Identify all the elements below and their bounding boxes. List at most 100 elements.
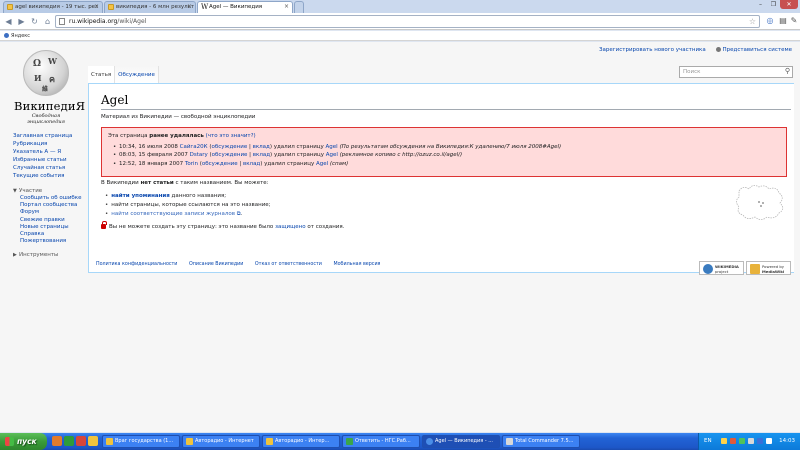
wikipedia-logo[interactable]: Ω W И ค 維 ВикипедиЯ Свободная энциклопед… <box>14 50 86 125</box>
sidebar-item-main-page[interactable]: Заглавная страница <box>13 132 83 140</box>
browser-tab-title: Agel — Википедия <box>209 4 263 10</box>
restore-icon[interactable]: ❐ <box>767 0 780 9</box>
search-icon[interactable]: ⚲ <box>785 66 790 76</box>
sidebar-item-forum[interactable]: Форум <box>13 209 83 216</box>
new-tab-button[interactable] <box>294 1 304 13</box>
talk-link[interactable]: обсуждение <box>212 152 248 158</box>
talk-link[interactable]: обсуждение <box>211 144 247 150</box>
browser-tab-strip: agel википедия - 19 тыс. рез × википедия… <box>0 0 800 13</box>
app-icon <box>106 438 113 445</box>
tab-discussion[interactable]: Обсуждение <box>115 66 159 83</box>
sidebar-item-community-portal[interactable]: Портал сообщества <box>13 202 83 209</box>
taskbar-item[interactable]: Авторадио - Интернет <box>182 435 260 448</box>
browser-tab-2[interactable]: википедия - 6 млн результ × <box>104 1 196 13</box>
footer-privacy-link[interactable]: Политика конфиденциальности <box>96 262 177 267</box>
close-tab-icon[interactable]: × <box>94 2 99 12</box>
find-mentions-link[interactable]: найти упоминания <box>111 193 170 199</box>
sidebar-item-categories[interactable]: Рубрикация <box>13 140 83 148</box>
portal-heading-tools[interactable]: ▶ Инструменты <box>13 251 83 259</box>
tray-icon[interactable] <box>757 438 763 444</box>
page-link[interactable]: Agel <box>316 161 328 167</box>
sidebar-item-recent-changes[interactable]: Свежие правки <box>13 217 83 224</box>
app-icon <box>186 438 193 445</box>
protected-link[interactable]: защищено <box>275 224 306 230</box>
forward-arrow-icon[interactable]: ▶ <box>16 16 27 27</box>
talk-link[interactable]: обсуждение <box>202 161 238 167</box>
language-indicator[interactable]: EN <box>704 433 712 450</box>
participation-list: Сообщить об ошибке Портал сообщества Фор… <box>13 195 83 245</box>
quicklaunch-icon[interactable] <box>76 436 86 446</box>
tray-icon[interactable] <box>748 438 754 444</box>
page-link[interactable]: Agel <box>326 144 338 150</box>
sidebar-item-random[interactable]: Случайная статья <box>13 164 83 172</box>
minimize-icon[interactable]: – <box>754 0 767 9</box>
user-link[interactable]: Torin <box>185 161 198 167</box>
login-link[interactable]: Представиться системе <box>723 47 793 53</box>
what-does-this-mean-link[interactable]: (что это значит?) <box>206 133 256 139</box>
find-log-entries-link[interactable]: найти соответствующие записи журналов <box>111 211 235 217</box>
wordmark: ВикипедиЯ <box>14 99 86 113</box>
taskbar-item[interactable]: Авторадио - Интер... <box>262 435 340 448</box>
portal-heading-participation[interactable]: ▼ Участие <box>13 187 83 195</box>
deletion-list: 10:34, 16 июля 2008 Сайга20К (обсуждение… <box>108 143 780 169</box>
tray-icon[interactable] <box>739 438 745 444</box>
tray-icon[interactable] <box>730 438 736 444</box>
sidebar-item-report-error[interactable]: Сообщить об ошибке <box>13 195 83 202</box>
tray-icon[interactable] <box>721 438 727 444</box>
app-icon <box>266 438 273 445</box>
taskbar-item-active[interactable]: Agel — Википедия - ... <box>422 435 500 448</box>
close-tab-icon[interactable]: × <box>284 2 289 12</box>
contrib-link[interactable]: вклад <box>243 161 260 167</box>
quicklaunch-icon[interactable] <box>52 436 62 446</box>
bookmark-yandex[interactable]: Яндекс <box>11 33 30 39</box>
back-arrow-icon[interactable]: ◀ <box>3 16 14 27</box>
mediawiki-badge[interactable]: Powered by MediaWiki <box>746 261 791 275</box>
windows-flag-icon <box>5 437 14 446</box>
footer-about-link[interactable]: Описание Википедии <box>189 262 243 267</box>
footer-mobile-link[interactable]: Мобильная версия <box>333 262 380 267</box>
wikipedia-page: Зарегистрировать нового участника Предст… <box>0 42 800 432</box>
reload-icon[interactable]: ↻ <box>29 16 40 27</box>
page-link[interactable]: Agel <box>326 152 338 158</box>
home-icon[interactable]: ⌂ <box>42 16 53 27</box>
deletion-entry: 10:34, 16 июля 2008 Сайга20К (обсуждение… <box>113 143 780 152</box>
sidebar-item-current-events[interactable]: Текущие события <box>13 172 83 180</box>
browser-tab-1[interactable]: agel википедия - 19 тыс. рез × <box>3 1 103 13</box>
tab-article[interactable]: Статья <box>88 66 116 83</box>
extension-icon[interactable]: ◎ <box>764 15 776 27</box>
list-item: найти соответствующие записи журналов ⧉. <box>105 210 271 219</box>
user-link[interactable]: Сайга20К <box>180 144 208 150</box>
contrib-link[interactable]: вклад <box>253 152 270 158</box>
content-area: Agel Материал из Википедии — свободной э… <box>88 83 794 273</box>
browser-tab-active[interactable]: W Agel — Википедия × <box>197 1 293 13</box>
bookmark-star-icon[interactable]: ☆ <box>749 16 756 27</box>
sidebar-item-help[interactable]: Справка <box>13 231 83 238</box>
site-subtitle: Материал из Википедии — свободной энцикл… <box>101 114 256 120</box>
sidebar-item-donations[interactable]: Пожертвования <box>13 238 83 245</box>
sidebar-item-featured[interactable]: Избранные статьи <box>13 156 83 164</box>
taskbar-item[interactable]: Ответить - НГС.Раб... <box>342 435 420 448</box>
wikimedia-icon <box>703 264 713 274</box>
quicklaunch-icon[interactable] <box>64 436 74 446</box>
start-button[interactable]: пуск <box>0 433 47 450</box>
search-input[interactable]: Поиск ⚲ <box>679 66 793 78</box>
lock-icon <box>101 221 107 229</box>
user-link[interactable]: Dstary <box>190 152 208 158</box>
quicklaunch-icon[interactable] <box>88 436 98 446</box>
app-icon <box>506 438 513 445</box>
contrib-link[interactable]: вклад <box>253 144 270 150</box>
close-tab-icon[interactable]: × <box>187 2 192 12</box>
taskbar-item[interactable]: Total Commander 7.5... <box>502 435 580 448</box>
footer-disclaimer-link[interactable]: Отказ от ответственности <box>255 262 322 267</box>
sidebar-item-index[interactable]: Указатель А — Я <box>13 148 83 156</box>
taskbar-item[interactable]: Враг государства (1... <box>102 435 180 448</box>
volume-icon[interactable] <box>766 438 772 444</box>
close-window-icon[interactable]: ✕ <box>780 0 798 9</box>
register-link[interactable]: Зарегистрировать нового участника <box>599 47 706 53</box>
sidebar-item-new-pages[interactable]: Новые страницы <box>13 224 83 231</box>
list-item: найти страницы, которые ссылаются на это… <box>105 201 270 210</box>
address-bar[interactable]: ru.wikipedia.org/wiki/Agel ☆ <box>55 15 760 28</box>
options-list: найти упоминания данного названия; найти… <box>105 192 271 219</box>
wikimedia-badge[interactable]: WIKIMEDIA project <box>699 261 744 275</box>
wrench-icon[interactable]: ✎ <box>788 15 800 27</box>
